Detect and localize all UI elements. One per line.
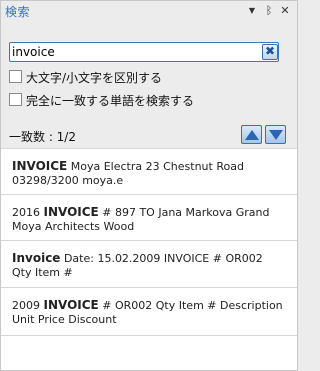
arrow-down-icon xyxy=(269,130,283,140)
match-highlight: Invoice xyxy=(12,251,61,265)
pin-icon[interactable]: ᛒ xyxy=(261,2,277,19)
previous-match-button[interactable] xyxy=(241,125,262,144)
result-item[interactable]: 2016 INVOICE # 897 TO Jana Markova Grand… xyxy=(1,195,297,241)
search-panel: 検索 ▼ ᛒ ✕ ✖ 大文字/小文字を区別する 完全に一致する単語を検索する 一… xyxy=(0,0,298,371)
result-item[interactable]: Invoice Date: 15.02.2009 INVOICE # OR002… xyxy=(1,241,297,288)
panel-title: 検索 xyxy=(5,5,31,19)
match-case-checkbox[interactable] xyxy=(9,70,22,83)
result-item[interactable]: 2009 INVOICE # OR002 Qty Item # Descript… xyxy=(1,288,297,336)
match-case-label[interactable]: 大文字/小文字を区別する xyxy=(26,69,162,86)
search-box: ✖ xyxy=(9,42,279,62)
result-snippet: INVOICE Moya Electra 23 Chestnut Road 03… xyxy=(12,159,244,187)
search-input[interactable] xyxy=(12,44,256,60)
match-highlight: INVOICE xyxy=(43,205,99,219)
result-snippet: 2009 INVOICE # OR002 Qty Item # Descript… xyxy=(12,298,283,326)
panel-menu-dropdown-icon[interactable]: ▼ xyxy=(244,2,260,19)
match-count-row: 一致数 : 1/2 xyxy=(1,123,297,147)
whole-word-checkbox[interactable] xyxy=(9,93,22,106)
result-snippet: Invoice Date: 15.02.2009 INVOICE # OR002… xyxy=(12,251,263,279)
match-count: 一致数 : 1/2 xyxy=(9,130,76,144)
results-list: INVOICE Moya Electra 23 Chestnut Road 03… xyxy=(1,148,297,370)
match-highlight: INVOICE xyxy=(12,159,68,173)
arrow-up-icon xyxy=(245,130,259,140)
next-match-button[interactable] xyxy=(265,125,286,144)
result-item[interactable]: INVOICE Moya Electra 23 Chestnut Road 03… xyxy=(1,149,297,195)
close-icon[interactable]: ✕ xyxy=(277,2,293,19)
whole-word-label[interactable]: 完全に一致する単語を検索する xyxy=(26,92,194,109)
panel-title-bar: 検索 ▼ ᛒ ✕ xyxy=(1,1,297,21)
result-snippet: 2016 INVOICE # 897 TO Jana Markova Grand… xyxy=(12,205,270,233)
match-highlight: INVOICE xyxy=(43,298,99,312)
clear-search-icon[interactable]: ✖ xyxy=(262,44,278,60)
